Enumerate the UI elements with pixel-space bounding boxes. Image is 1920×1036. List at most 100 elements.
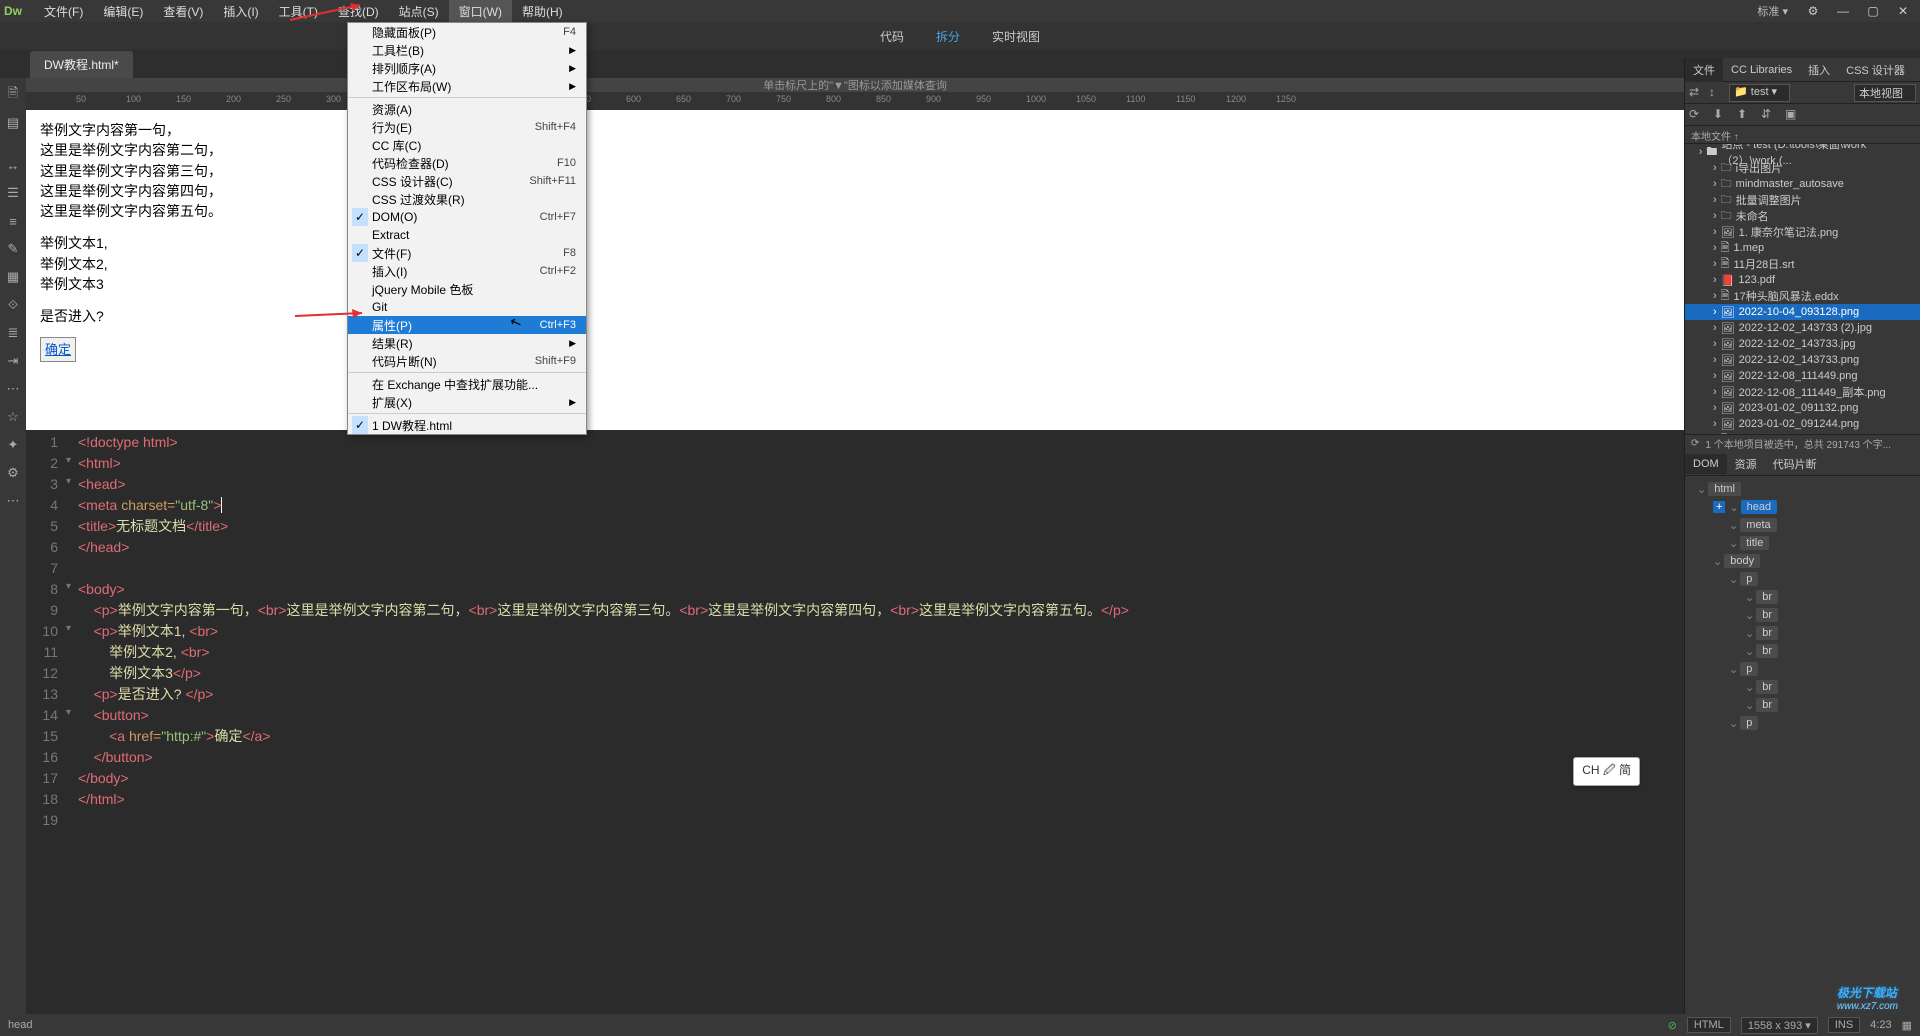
- panel-tab[interactable]: 插入: [1800, 58, 1838, 82]
- menu-item[interactable]: ✓文件(F)F8: [348, 244, 586, 262]
- indent-icon[interactable]: ⇥: [4, 352, 22, 370]
- confirm-button[interactable]: 确定: [40, 337, 76, 362]
- dom-tab[interactable]: 代码片断: [1765, 452, 1825, 476]
- dom-node[interactable]: ⌄p: [1689, 660, 1916, 678]
- star-icon[interactable]: ☆: [4, 408, 22, 426]
- settings-icon[interactable]: ⚙: [1802, 2, 1824, 20]
- menu-item[interactable]: 行为(E)Shift+F4: [348, 118, 586, 136]
- file-tree[interactable]: › 🖿 站点 - test (D:\tools\桌面\work（2）\work …: [1685, 144, 1920, 434]
- dom-node[interactable]: ⌄br: [1689, 624, 1916, 642]
- files-column-header[interactable]: 本地文件 ↑: [1685, 126, 1920, 144]
- split-icon[interactable]: [4, 142, 22, 146]
- format-icon[interactable]: ✎: [4, 240, 22, 258]
- menu-站点(S)[interactable]: 站点(S): [389, 0, 449, 23]
- ruler-icon[interactable]: ☰: [4, 184, 22, 202]
- document-tab[interactable]: DW教程.html*: [30, 51, 133, 78]
- design-view[interactable]: 举例文字内容第一句，这里是举例文字内容第二句，这里是举例文字内容第三句，这里是举…: [26, 110, 1684, 430]
- menu-item[interactable]: 插入(I)Ctrl+F2: [348, 262, 586, 280]
- menu-item[interactable]: ✓1 DW教程.html: [348, 416, 586, 434]
- file-tree-node[interactable]: › 🗀 未命名: [1685, 208, 1920, 224]
- maximize-icon[interactable]: ▢: [1862, 2, 1884, 20]
- menu-查看(V)[interactable]: 查看(V): [153, 0, 213, 23]
- more-icon[interactable]: ⋯: [4, 492, 22, 510]
- menu-item[interactable]: CSS 设计器(C)Shift+F11: [348, 172, 586, 190]
- expand-icon[interactable]: ↔: [4, 156, 22, 174]
- ime-indicator[interactable]: CH 🖉 简: [1573, 757, 1640, 786]
- menu-item[interactable]: 属性(P)Ctrl+F3: [348, 316, 586, 334]
- view-tab-1[interactable]: 拆分: [928, 24, 968, 49]
- window-menu-dropdown[interactable]: 隐藏面板(P)F4工具栏(B)▶排列顺序(A)▶工作区布局(W)▶ 资源(A)行为…: [347, 22, 587, 435]
- dom-node[interactable]: ⌄br: [1689, 642, 1916, 660]
- dom-tree[interactable]: ⌄html+⌄head⌄meta⌄title⌄body⌄p⌄br⌄br⌄br⌄b…: [1685, 476, 1920, 1014]
- dom-node[interactable]: ⌄body: [1689, 552, 1916, 570]
- file-tree-node[interactable]: › 🗎 11月28日.srt: [1685, 256, 1920, 272]
- menu-item[interactable]: 隐藏面板(P)F4: [348, 23, 586, 41]
- menu-item[interactable]: 工作区布局(W)▶: [348, 77, 586, 95]
- code-editor[interactable]: 1<!doctype html>2▾<html>3▾<head>4<meta c…: [26, 430, 1684, 1014]
- language-mode[interactable]: HTML: [1687, 1017, 1731, 1033]
- menu-插入(I)[interactable]: 插入(I): [213, 0, 268, 23]
- sync-icon[interactable]: ⇵: [1761, 107, 1777, 123]
- dom-node[interactable]: ⌄p: [1689, 570, 1916, 588]
- menu-item[interactable]: 工具栏(B)▶: [348, 41, 586, 59]
- insert-mode[interactable]: INS: [1828, 1017, 1860, 1033]
- view-tab-0[interactable]: 代码: [872, 24, 912, 49]
- menu-item[interactable]: ✓DOM(O)Ctrl+F7: [348, 208, 586, 226]
- menu-查找(D)[interactable]: 查找(D): [328, 0, 389, 23]
- menu-item[interactable]: 代码片断(N)Shift+F9: [348, 352, 586, 370]
- view-tab-2[interactable]: 实时视图: [984, 24, 1048, 49]
- dom-tab[interactable]: DOM: [1685, 454, 1727, 474]
- menu-item[interactable]: 排列顺序(A)▶: [348, 59, 586, 77]
- menu-item[interactable]: Git: [348, 298, 586, 316]
- overflow-icon[interactable]: ▦: [1902, 1019, 1912, 1032]
- close-icon[interactable]: ✕: [1892, 2, 1914, 20]
- grid-icon[interactable]: ▦: [4, 268, 22, 286]
- menu-编辑(E)[interactable]: 编辑(E): [93, 0, 153, 23]
- dom-node[interactable]: ⌄br: [1689, 678, 1916, 696]
- menu-帮助(H)[interactable]: 帮助(H): [512, 0, 573, 23]
- menu-item[interactable]: jQuery Mobile 色板: [348, 280, 586, 298]
- settings-icon[interactable]: ⚙: [4, 464, 22, 482]
- align-icon[interactable]: ≣: [4, 324, 22, 342]
- site-dropdown[interactable]: 📁 test ▾: [1729, 84, 1790, 102]
- ruler[interactable]: 5010015020025030035040045050055060065070…: [26, 92, 1684, 110]
- menu-item[interactable]: CC 库(C): [348, 136, 586, 154]
- menu-item[interactable]: 扩展(X)▶: [348, 393, 586, 411]
- menu-item[interactable]: Extract: [348, 226, 586, 244]
- server-icon[interactable]: ↕: [1709, 85, 1725, 101]
- file-manage-icon[interactable]: 🗎: [4, 86, 22, 104]
- dom-node[interactable]: +⌄head: [1689, 498, 1916, 516]
- dom-node[interactable]: ⌄meta: [1689, 516, 1916, 534]
- dash-icon[interactable]: ⋯: [4, 380, 22, 398]
- panel-tab[interactable]: 文件: [1685, 58, 1723, 82]
- dom-node[interactable]: ⌄p: [1689, 714, 1916, 732]
- file-tree-node[interactable]: › 🖼 2022-12-08_111449_副本.png: [1685, 384, 1920, 400]
- menu-item[interactable]: 结果(R)▶: [348, 334, 586, 352]
- file-tree-node[interactable]: › 🖼 2022-12-08_111449.png: [1685, 368, 1920, 384]
- no-errors-icon[interactable]: ⊘: [1668, 1019, 1677, 1032]
- menu-文件(F)[interactable]: 文件(F): [34, 0, 93, 23]
- menu-窗口(W)[interactable]: 窗口(W): [449, 0, 512, 23]
- menu-item[interactable]: 代码检查器(D)F10: [348, 154, 586, 172]
- wand-icon[interactable]: ✦: [4, 436, 22, 454]
- page-icon[interactable]: ▤: [4, 114, 22, 132]
- dom-node[interactable]: ⌄html: [1689, 480, 1916, 498]
- dom-tab[interactable]: 资源: [1727, 452, 1765, 476]
- dom-node[interactable]: ⌄title: [1689, 534, 1916, 552]
- snippets-icon[interactable]: ⟐: [4, 296, 22, 314]
- panel-tab[interactable]: CC Libraries: [1723, 60, 1800, 80]
- file-tree-node[interactable]: › 🖼 2022-12-02_143733.png: [1685, 352, 1920, 368]
- refresh-icon[interactable]: ⟳: [1689, 107, 1705, 123]
- comment-icon[interactable]: ≡: [4, 212, 22, 230]
- file-tree-node[interactable]: › 🖼 2022-12-02_143733.jpg: [1685, 336, 1920, 352]
- minimize-icon[interactable]: —: [1832, 2, 1854, 20]
- expand-icon[interactable]: ▣: [1785, 107, 1801, 123]
- panel-tab[interactable]: CSS 设计器: [1838, 58, 1913, 82]
- get-icon[interactable]: ⬇: [1713, 107, 1729, 123]
- link-icon[interactable]: ⇄: [1689, 85, 1705, 101]
- menu-工具(T)[interactable]: 工具(T): [269, 0, 328, 23]
- dom-node[interactable]: ⌄br: [1689, 588, 1916, 606]
- workspace-switcher[interactable]: 标准 ▾: [1757, 3, 1788, 19]
- menu-item[interactable]: 资源(A): [348, 100, 586, 118]
- status-breadcrumb[interactable]: head: [8, 1019, 32, 1031]
